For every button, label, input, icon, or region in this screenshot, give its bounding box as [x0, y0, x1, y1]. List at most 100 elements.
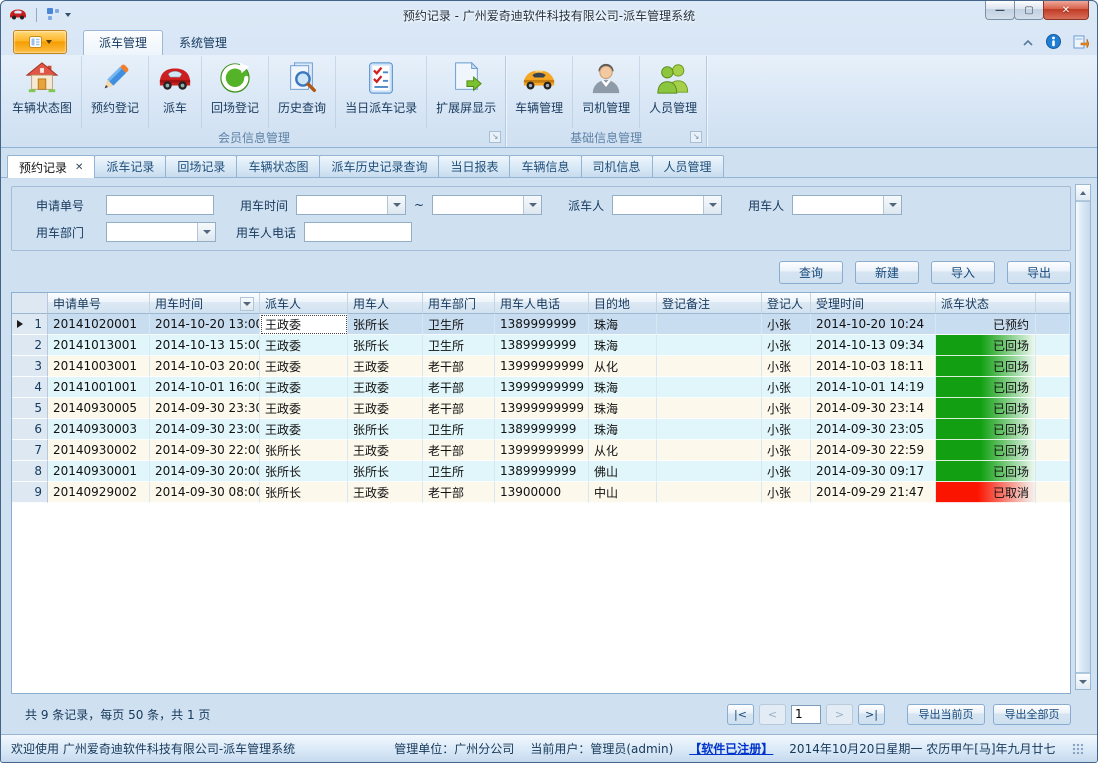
ribbon-button-label: 预约登记 [91, 99, 139, 116]
action-button-查询[interactable]: 查询 [779, 261, 843, 284]
doc-tab-1[interactable]: 派车记录 [94, 155, 166, 177]
combo-dropdown-icon[interactable] [883, 196, 901, 214]
action-button-导出[interactable]: 导出 [1007, 261, 1071, 284]
ribbon-button-vehicle-manage[interactable]: 车辆管理 [506, 56, 573, 128]
last-page-button[interactable]: >| [858, 704, 885, 725]
driver-icon [589, 61, 623, 95]
column-header-7[interactable]: 目的地 [589, 293, 657, 314]
dept-select[interactable] [106, 222, 216, 242]
page-number-input[interactable] [791, 705, 821, 724]
resize-grip[interactable] [1072, 743, 1083, 755]
cell: 2014-09-30 09:17 [811, 461, 936, 482]
export-button-导出全部页[interactable]: 导出全部页 [993, 704, 1071, 725]
switch-window-icon[interactable] [1073, 34, 1089, 52]
table-row[interactable]: 7201409300022014-09-30 22:00张所长王政委老干部139… [12, 440, 1070, 461]
doc-tab-2[interactable]: 回场记录 [165, 155, 237, 177]
doc-tab-7[interactable]: 司机信息 [581, 155, 653, 177]
combo-dropdown-icon[interactable] [197, 223, 215, 241]
doc-tab-6[interactable]: 车辆信息 [509, 155, 581, 177]
info-icon[interactable] [1046, 34, 1061, 52]
table-row[interactable]: 5201409300052014-09-30 23:30王政委王政委老干部139… [12, 398, 1070, 419]
license-link[interactable]: 【软件已注册】 [689, 740, 773, 757]
doc-tab-5[interactable]: 当日报表 [438, 155, 510, 177]
app-menu-button[interactable] [13, 30, 67, 54]
use-time-from-select[interactable] [296, 195, 406, 215]
quick-access-dropdown-icon[interactable] [65, 13, 71, 17]
column-header-3[interactable]: 派车人 [260, 293, 348, 314]
table-row[interactable]: 9201409290022014-09-30 08:00张所长王政委老干部139… [12, 482, 1070, 503]
dispatcher-select[interactable] [612, 195, 722, 215]
column-header-6[interactable]: 用车人电话 [495, 293, 589, 314]
cell [657, 356, 762, 377]
quick-access-toolbar-icon[interactable] [46, 7, 60, 24]
phone-input[interactable] [304, 222, 412, 242]
combo-dropdown-icon[interactable] [523, 196, 541, 214]
column-header-1[interactable]: 申请单号 [48, 293, 150, 314]
column-header-10[interactable]: 受理时间 [811, 293, 936, 314]
row-indicator-header[interactable] [12, 293, 48, 314]
vertical-scrollbar[interactable] [1075, 184, 1091, 690]
ribbon-button-dispatch-car[interactable]: 派车 [149, 56, 202, 128]
user-select[interactable] [792, 195, 902, 215]
apply-no-input[interactable] [106, 195, 214, 215]
scroll-down-icon[interactable] [1076, 673, 1090, 689]
cell: 张所长 [348, 461, 423, 482]
table-row[interactable]: 2201410130012014-10-13 15:00王政委张所长卫生所138… [12, 335, 1070, 356]
combo-dropdown-icon[interactable] [703, 196, 721, 214]
table-row[interactable]: 1201410200012014-10-20 13:00王政委张所长卫生所138… [12, 314, 1070, 335]
column-header-8[interactable]: 登记备注 [657, 293, 762, 314]
cell: 2014-10-03 18:11 [811, 356, 936, 377]
table-row[interactable]: 6201409300032014-09-30 23:00王政委张所长卫生所138… [12, 419, 1070, 440]
ribbon-button-history-search[interactable]: 历史查询 [269, 56, 336, 128]
column-header-2[interactable]: 用车时间 [150, 293, 260, 314]
column-header-11[interactable]: 派车状态 [936, 293, 1036, 314]
sort-filter-dropdown-icon[interactable] [240, 297, 254, 311]
table-row[interactable]: 8201409300012014-09-30 20:00张所长张所长卫生所138… [12, 461, 1070, 482]
ribbon-button-house[interactable]: 车辆状态图 [3, 56, 82, 128]
table-row[interactable]: 3201410030012014-10-03 20:00王政委王政委老干部139… [12, 356, 1070, 377]
ribbon-button-people[interactable]: 人员管理 [640, 56, 706, 128]
column-header-5[interactable]: 用车部门 [423, 293, 495, 314]
doc-tab-8[interactable]: 人员管理 [652, 155, 724, 177]
collapse-ribbon-icon[interactable] [1022, 36, 1034, 50]
dispatch-status-cell: 已取消 [936, 482, 1036, 503]
close-button[interactable]: ✕ [1043, 1, 1089, 20]
action-button-导入[interactable]: 导入 [931, 261, 995, 284]
next-page-button[interactable]: > [826, 704, 853, 725]
scrollbar-thumb[interactable] [1076, 201, 1090, 673]
first-page-button[interactable]: |< [727, 704, 754, 725]
close-tab-icon[interactable]: ✕ [75, 162, 83, 173]
prev-page-button[interactable]: < [759, 704, 786, 725]
ribbon-button-driver[interactable]: 司机管理 [573, 56, 640, 128]
maximize-button[interactable]: ▢ [1014, 1, 1044, 20]
filler-cell [1036, 461, 1070, 482]
use-time-to-select[interactable] [432, 195, 542, 215]
table-row[interactable]: 4201410010012014-10-01 16:00王政委王政委老干部139… [12, 377, 1070, 398]
cell: 从化 [589, 440, 657, 461]
cell: 张所长 [348, 314, 423, 335]
ribbon-button-extend-screen[interactable]: 扩展屏显示 [427, 56, 505, 128]
export-button-导出当前页[interactable]: 导出当前页 [907, 704, 985, 725]
cell: 20141003001 [48, 356, 150, 377]
column-header-12[interactable] [1036, 293, 1070, 314]
column-header-9[interactable]: 登记人 [762, 293, 811, 314]
ribbon-button-return[interactable]: 回场登记 [202, 56, 269, 128]
column-header-4[interactable]: 用车人 [348, 293, 423, 314]
ribbon-tab-active[interactable]: 派车管理 [83, 30, 163, 55]
cell [657, 419, 762, 440]
doc-tab-4[interactable]: 派车历史记录查询 [319, 155, 439, 177]
combo-dropdown-icon[interactable] [387, 196, 405, 214]
doc-tab-0[interactable]: 预约记录✕ [7, 155, 95, 178]
minimize-button[interactable]: — [985, 1, 1015, 20]
scroll-up-icon[interactable] [1076, 185, 1090, 201]
cell: 1389999999 [495, 314, 589, 335]
cell: 王政委 [260, 314, 348, 335]
people-icon [656, 61, 690, 95]
action-button-新建[interactable]: 新建 [855, 261, 919, 284]
ribbon-button-pencil[interactable]: 预约登记 [82, 56, 149, 128]
dialog-launcher-icon[interactable]: ↘ [489, 131, 501, 143]
doc-tab-3[interactable]: 车辆状态图 [236, 155, 320, 177]
ribbon-button-today-record[interactable]: 当日派车记录 [336, 56, 427, 128]
dialog-launcher-icon[interactable]: ↘ [690, 131, 702, 143]
ribbon-tab-inactive[interactable]: 系统管理 [163, 30, 243, 55]
